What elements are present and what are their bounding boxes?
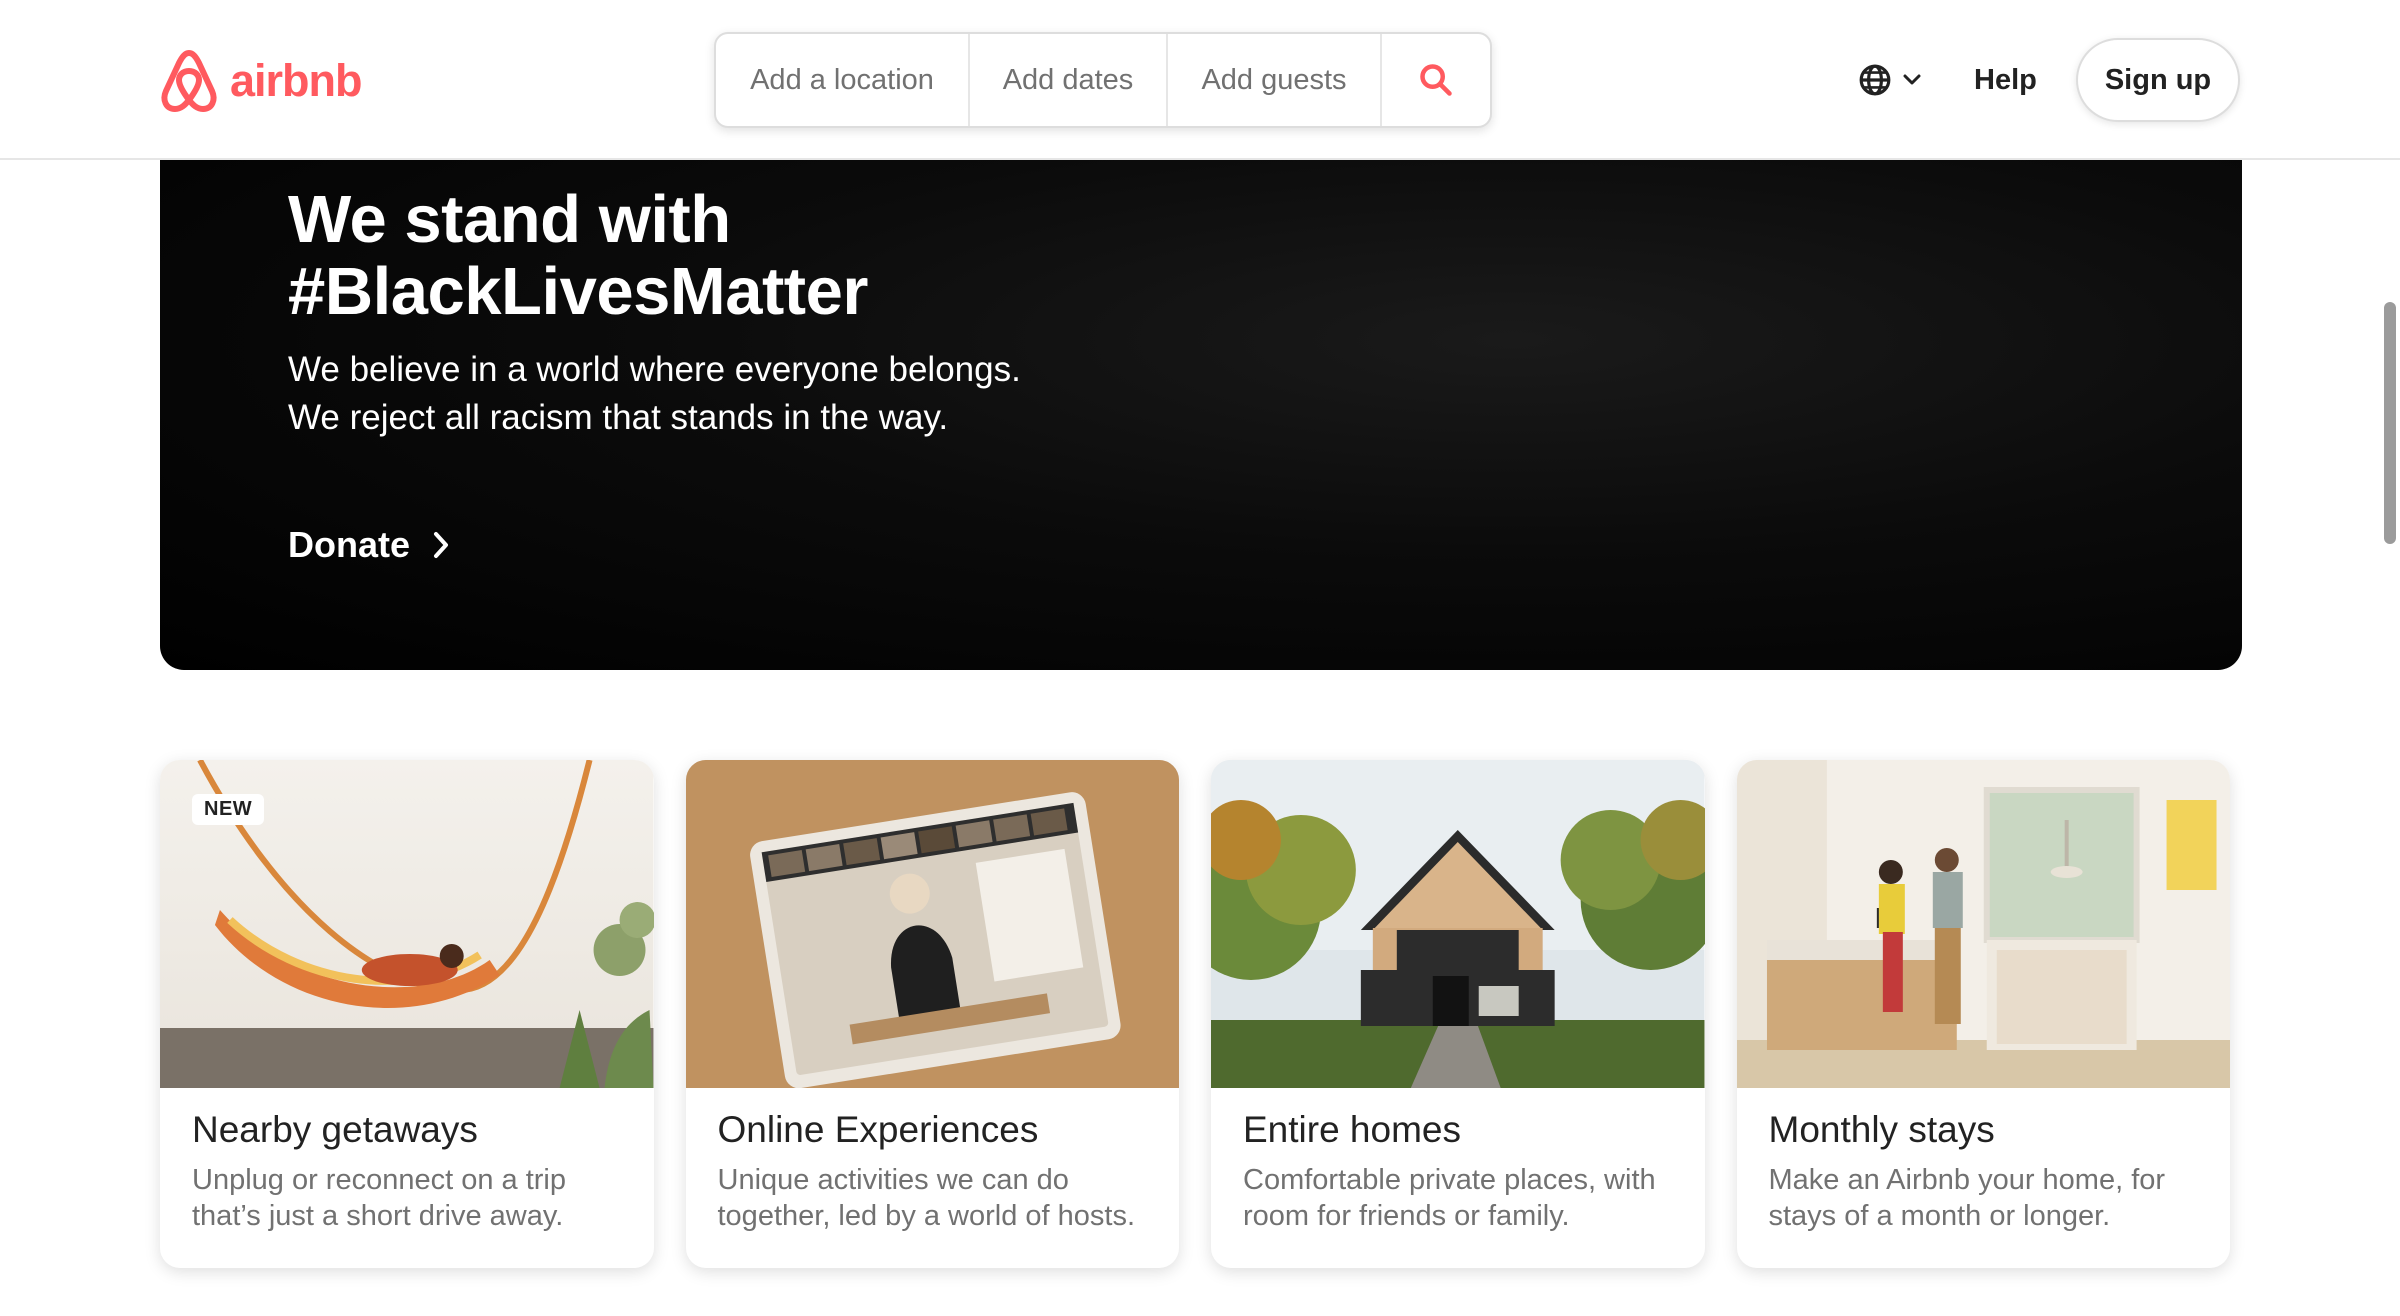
chevron-down-icon (1903, 74, 1921, 85)
card-title: Monthly stays (1768, 1109, 1995, 1150)
search-icon (1420, 64, 1452, 96)
card-description: Unplug or reconnect on a trip that’s jus… (192, 1164, 566, 1232)
scrollbar-thumb[interactable] (2384, 302, 2396, 544)
page-scrollbar[interactable] (2380, 160, 2400, 1316)
chevron-right-icon (434, 532, 449, 558)
card-entire-homes[interactable]: Entire homes Comfortable private places,… (1211, 760, 1705, 1268)
category-cards: NEW Nearby getaways Unplug or reconnect … (160, 760, 2230, 1268)
hero-subtitle: We believe in a world where everyone bel… (288, 350, 1021, 437)
globe-icon (1859, 64, 1891, 96)
donate-label: Donate (288, 524, 411, 565)
donate-link[interactable]: Donate (288, 520, 450, 570)
language-selector[interactable] (1858, 56, 1922, 104)
house-photo (1211, 760, 1705, 1088)
card-title: Nearby getaways (192, 1109, 478, 1150)
kitchen-photo (1736, 760, 2230, 1088)
hero-title: We stand with #BlackLivesMatter (288, 182, 868, 329)
card-nearby-getaways[interactable]: NEW Nearby getaways Unplug or reconnect … (160, 760, 654, 1268)
guests-field[interactable]: Add guests (1168, 34, 1382, 126)
brand-name: airbnb (230, 55, 363, 106)
search-button[interactable] (1382, 34, 1490, 126)
top-header: airbnb Add a location Add dates Add gues… (0, 0, 2400, 160)
search-bar: Add a location Add dates Add guests (714, 32, 1492, 128)
tablet-photo (685, 760, 1179, 1088)
hero-banner: We stand with #BlackLivesMatter We belie… (160, 120, 2242, 670)
hammock-photo: NEW (160, 760, 654, 1088)
help-link[interactable]: Help (1974, 58, 2037, 102)
dates-field[interactable]: Add dates (970, 34, 1168, 126)
card-title: Entire homes (1243, 1109, 1461, 1150)
new-badge: NEW (192, 794, 265, 825)
card-online-experiences[interactable]: Online Experiences Unique activities we … (685, 760, 1179, 1268)
card-description: Make an Airbnb your home, for stays of a… (1768, 1164, 2166, 1232)
card-title: Online Experiences (717, 1109, 1039, 1150)
card-monthly-stays[interactable]: Monthly stays Make an Airbnb your home, … (1736, 760, 2230, 1268)
airbnb-logo-link[interactable]: airbnb (158, 46, 363, 116)
location-field[interactable]: Add a location (716, 34, 970, 126)
sign-up-button[interactable]: Sign up (2076, 38, 2240, 122)
airbnb-logo-icon (161, 50, 217, 112)
card-description: Unique activities we can do together, le… (717, 1164, 1136, 1232)
card-description: Comfortable private places, with room fo… (1243, 1164, 1656, 1232)
